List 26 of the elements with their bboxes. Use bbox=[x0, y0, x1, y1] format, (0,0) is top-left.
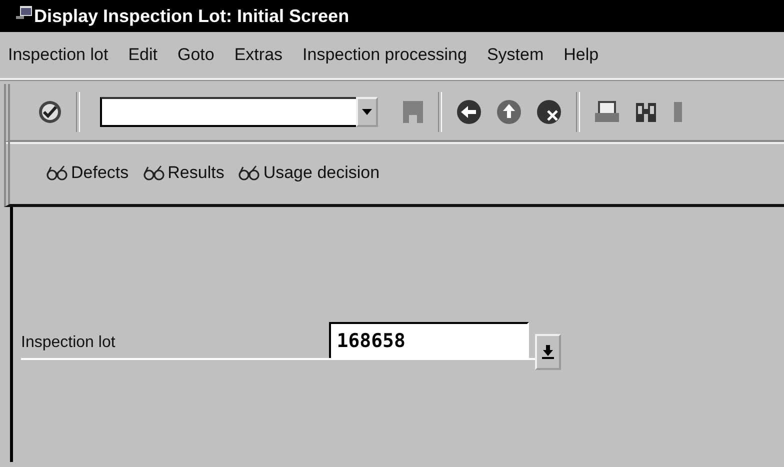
toolbar-button[interactable]: Usage decision bbox=[238, 163, 380, 183]
toolbar-button[interactable]: Defects bbox=[46, 163, 129, 183]
window-title: Display Inspection Lot: Initial Screen bbox=[34, 6, 350, 26]
cancel-icon[interactable] bbox=[536, 99, 562, 125]
menu-item[interactable]: Extras bbox=[234, 45, 283, 65]
down-arrow-icon bbox=[542, 345, 554, 359]
window-icon bbox=[16, 6, 32, 20]
glasses-icon bbox=[142, 165, 165, 181]
menu-item[interactable]: Edit bbox=[128, 45, 158, 65]
menu-item[interactable]: Inspection lot bbox=[8, 45, 108, 65]
dropdown-button[interactable] bbox=[356, 97, 378, 127]
value-help-button[interactable] bbox=[534, 334, 561, 370]
glasses-icon bbox=[238, 165, 260, 181]
caret-icon bbox=[362, 109, 372, 115]
toolbar-button[interactable]: Results bbox=[142, 163, 224, 183]
menu-item[interactable]: Help bbox=[564, 45, 599, 65]
field-label: Inspection lot bbox=[21, 334, 116, 353]
menu-item[interactable]: Inspection processing bbox=[302, 45, 467, 65]
glasses-icon bbox=[46, 165, 68, 181]
menu-item[interactable]: Goto bbox=[177, 45, 214, 65]
input-field[interactable]: 168658 bbox=[328, 322, 529, 358]
check-icon[interactable] bbox=[38, 100, 62, 124]
command-field[interactable] bbox=[100, 97, 356, 127]
printer-icon[interactable] bbox=[594, 101, 620, 123]
binoculars-icon[interactable] bbox=[634, 100, 658, 124]
menu-item[interactable]: System bbox=[486, 45, 544, 65]
